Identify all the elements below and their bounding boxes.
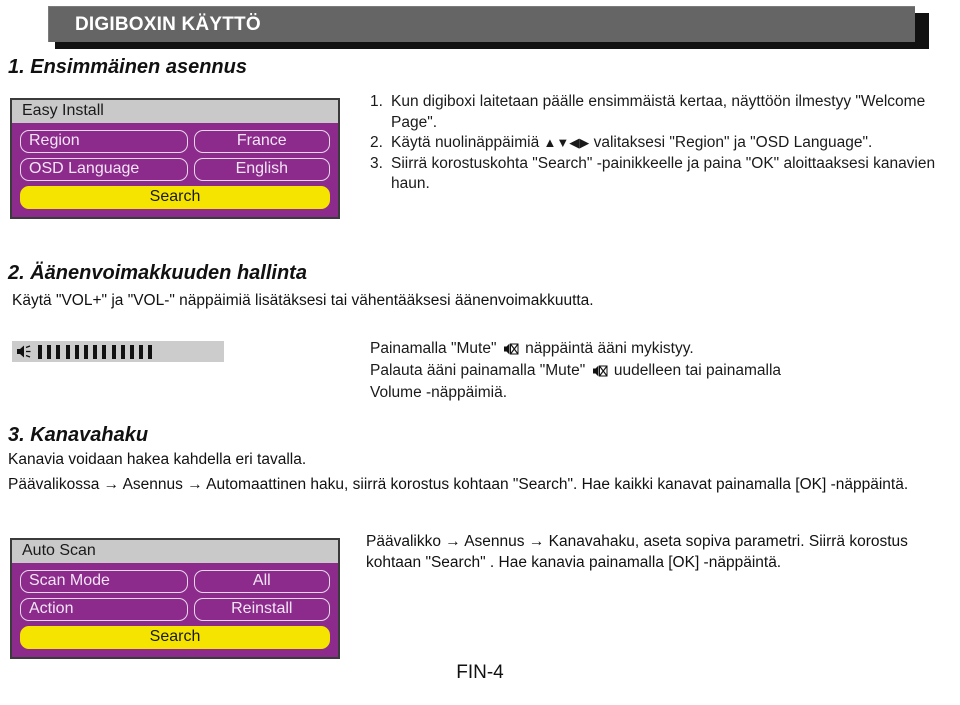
osd-easy-value-region[interactable]: France [193, 130, 330, 153]
step-text: Käytä nuolinäppäimiä ▲▼◀▶ valitaksesi "R… [391, 133, 958, 154]
osd-easy-row-osd-language[interactable]: OSD Language English [20, 158, 330, 181]
section-3-paragraph-3: Päävalikko → Asennus → Kanavahaku, aseta… [366, 533, 908, 571]
osd-auto-value-action[interactable]: Reinstall [193, 598, 330, 621]
osd-screenshot-volume-bar [12, 341, 224, 362]
osd-auto-value-scan-mode[interactable]: All [193, 570, 330, 593]
step-text-pre: Käytä nuolinäppäimiä [391, 134, 544, 151]
volume-segment [120, 344, 125, 359]
section-3-paragraph-2: Päävalikossa → Asennus → Automaattinen h… [8, 476, 909, 493]
mute-instructions: Painamalla "Mute" näppäintä ääni mykisty… [370, 338, 955, 404]
osd-auto-title: Auto Scan [12, 540, 338, 565]
step-text: Siirrä korostuskohta "Search" -painikkee… [391, 154, 936, 193]
page-title: DIGIBOXIN KÄYTTÖ [75, 14, 261, 35]
osd-screenshot-auto-scan: Auto Scan Scan Mode All Action Reinstall… [10, 538, 340, 659]
volume-segments [38, 344, 153, 359]
volume-segment [38, 344, 42, 359]
volume-segment [83, 344, 88, 359]
step-item: 1. Kun digiboxi laitetaan päälle ensimmä… [370, 92, 958, 133]
section-1-heading: 1. Ensimmäinen asennus [8, 56, 247, 78]
section-2-heading: 2. Äänenvoimakkuuden hallinta [8, 262, 307, 284]
volume-segment [129, 344, 134, 359]
mute-line-1-post: näppäintä ääni mykistyy. [520, 340, 694, 357]
volume-segment [65, 344, 70, 359]
volume-segment [93, 344, 98, 359]
step-number: 3. [370, 154, 383, 172]
volume-segment [139, 344, 144, 359]
volume-segment [47, 344, 52, 359]
mute-line-1: Painamalla "Mute" näppäintä ääni mykisty… [370, 338, 955, 360]
mute-line-2-pre: Palauta ääni painamalla "Mute" [370, 362, 590, 379]
arrow-keys-icon: ▲▼◀▶ [543, 135, 590, 150]
osd-screenshot-easy-install: Easy Install Region France OSD Language … [10, 98, 340, 219]
page-header-banner: DIGIBOXIN KÄYTTÖ [48, 6, 929, 49]
mute-line-2: Palauta ääni painamalla "Mute" uudelleen… [370, 360, 955, 382]
step-number: 1. [370, 93, 383, 110]
osd-auto-row-scan-mode[interactable]: Scan Mode All [20, 570, 330, 593]
section-2-paragraph: Käytä "VOL+" ja "VOL-" näppäimiä lisätäk… [12, 292, 594, 309]
volume-segment [74, 344, 79, 359]
osd-easy-label-region: Region [20, 130, 188, 153]
osd-easy-search-button[interactable]: Search [20, 186, 330, 209]
mute-line-3: Volume -näppäimiä. [370, 384, 507, 401]
banner-bar: DIGIBOXIN KÄYTTÖ [48, 6, 915, 42]
osd-easy-label-osd-language: OSD Language [20, 158, 188, 181]
mute-icon [592, 365, 608, 377]
osd-auto-row-action[interactable]: Action Reinstall [20, 598, 330, 621]
speaker-icon [17, 345, 31, 358]
osd-easy-value-osd-language[interactable]: English [193, 158, 330, 181]
step-number: 2. [370, 134, 383, 151]
volume-segment [148, 344, 153, 359]
mute-line-2-post: uudelleen tai painamalla [609, 362, 782, 379]
volume-segment [111, 344, 116, 359]
mute-icon [503, 343, 519, 355]
osd-auto-label-action: Action [20, 598, 188, 621]
volume-segment [102, 344, 107, 359]
step-text-post: valitaksesi "Region" ja "OSD Language". [589, 134, 873, 151]
mute-line-1-pre: Painamalla "Mute" [370, 340, 501, 357]
section-3-heading: 3. Kanavahaku [8, 424, 149, 446]
osd-auto-search-button[interactable]: Search [20, 626, 330, 649]
page-footer: FIN-4 [456, 662, 504, 683]
osd-auto-label-scan-mode: Scan Mode [20, 570, 188, 593]
section-3-paragraph-1: Kanavia voidaan hakea kahdella eri taval… [8, 451, 307, 468]
step-item: 2. Käytä nuolinäppäimiä ▲▼◀▶ valitaksesi… [370, 133, 958, 154]
manual-page: DIGIBOXIN KÄYTTÖ 1. Ensimmäinen asennus … [0, 0, 960, 705]
section-1-steps: 1. Kun digiboxi laitetaan päälle ensimmä… [370, 92, 958, 195]
osd-easy-row-region[interactable]: Region France [20, 130, 330, 153]
osd-easy-body: Region France OSD Language English Searc… [12, 125, 338, 217]
step-item: 3. Siirrä korostuskohta "Search" -painik… [370, 154, 958, 195]
step-text: Kun digiboxi laitetaan päälle ensimmäist… [391, 93, 926, 131]
osd-easy-title: Easy Install [12, 100, 338, 125]
osd-auto-body: Scan Mode All Action Reinstall Search [12, 565, 338, 657]
volume-segment [56, 344, 61, 359]
